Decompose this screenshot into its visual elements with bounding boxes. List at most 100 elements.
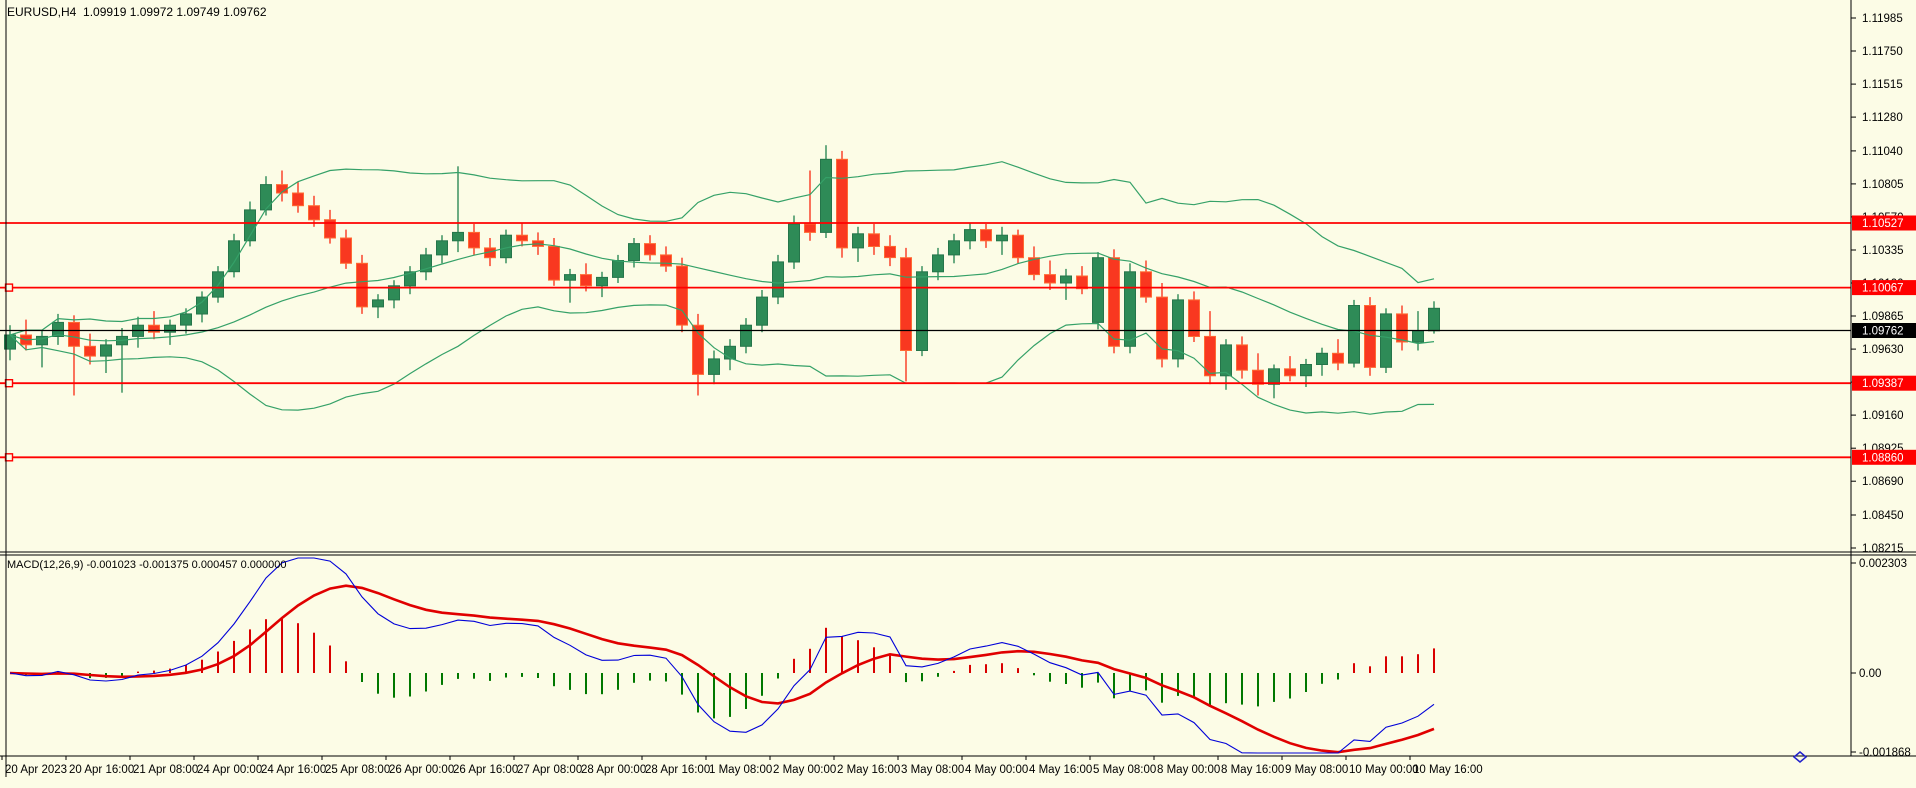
time-tick-label: 4 May 16:00 xyxy=(1029,764,1092,776)
candle-body xyxy=(821,159,832,232)
candle-body xyxy=(261,185,272,210)
price-tick-label: 1.11040 xyxy=(1862,146,1903,158)
macd-signal-line xyxy=(10,586,1434,753)
candle-body xyxy=(341,238,352,263)
price-axis: 1.119851.117501.115151.112801.110401.108… xyxy=(0,0,1916,777)
price-tag-label: 1.10067 xyxy=(1862,283,1904,295)
macd-main-line xyxy=(10,558,1434,753)
time-tick-label: 10 May 00:00 xyxy=(1349,764,1419,776)
candle-body xyxy=(1365,306,1376,368)
candle-bull xyxy=(997,227,1008,255)
price-tick-label: 1.09865 xyxy=(1862,311,1904,323)
candle-body xyxy=(373,300,384,307)
candle-body xyxy=(1253,370,1264,384)
candle-bear xyxy=(1189,291,1200,342)
candle-body xyxy=(741,325,752,346)
candle-bull xyxy=(933,248,944,280)
candle-body xyxy=(197,297,208,314)
candle-bear xyxy=(1237,336,1248,378)
price-tag: 1.10527 xyxy=(1852,216,1916,231)
chart-shift-marker-icon[interactable] xyxy=(1794,752,1806,762)
time-tick-label: 10 May 16:00 xyxy=(1413,764,1483,776)
candle-bull xyxy=(421,248,432,280)
candle-body xyxy=(165,325,176,332)
time-tick-label: 9 May 08:00 xyxy=(1285,764,1348,776)
candle-bull xyxy=(197,291,208,322)
price-tag-label: 1.09387 xyxy=(1862,378,1904,390)
candle-body xyxy=(437,241,448,255)
candle-bear xyxy=(805,171,816,241)
candle-body xyxy=(1301,365,1312,376)
candle-body xyxy=(645,244,656,255)
candle-bear xyxy=(981,224,992,248)
candle-body xyxy=(1125,272,1136,347)
candle-bull xyxy=(725,339,736,370)
chart-canvas[interactable]: 1.119851.117501.115151.112801.110401.108… xyxy=(0,0,1916,788)
candle-bull xyxy=(453,166,464,252)
price-tag: 1.09387 xyxy=(1852,376,1916,391)
candle-bull xyxy=(853,227,864,262)
candle-body xyxy=(1317,353,1328,364)
candle-body xyxy=(501,235,512,258)
candle-bull xyxy=(917,266,928,356)
candle-body xyxy=(1141,272,1152,297)
price-tag-label: 1.10527 xyxy=(1862,218,1904,230)
candle-body xyxy=(1413,331,1424,342)
candle-body xyxy=(85,346,96,356)
candle-body xyxy=(1221,345,1232,376)
candle-body xyxy=(709,359,720,375)
candle-body xyxy=(933,255,944,272)
candle-bull xyxy=(373,294,384,318)
price-tick-label: 1.10805 xyxy=(1862,179,1904,191)
time-tick-label: 20 Apr 2023 xyxy=(5,764,67,776)
candle-body xyxy=(565,275,576,281)
candle-bull xyxy=(949,234,960,263)
candle-bull xyxy=(1269,365,1280,399)
candle-bear xyxy=(517,223,528,247)
price-tag: 1.10067 xyxy=(1852,280,1916,295)
candle-bull xyxy=(773,255,784,304)
candle-bear xyxy=(469,224,480,255)
candle-body xyxy=(757,297,768,325)
line-selection-marker[interactable] xyxy=(6,380,13,387)
candle-body xyxy=(149,325,160,332)
candle-body xyxy=(997,235,1008,241)
candle-body xyxy=(581,275,592,286)
time-tick-label: 24 Apr 00:00 xyxy=(197,764,262,776)
candle-bull xyxy=(389,280,400,308)
candle-bull xyxy=(405,266,416,294)
candle-body xyxy=(1381,314,1392,367)
candle-body xyxy=(773,262,784,297)
candle-bull xyxy=(165,320,176,345)
candle-bull xyxy=(1349,300,1360,368)
candle-bear xyxy=(1397,306,1408,351)
candle-body xyxy=(661,255,672,266)
candlestick-series[interactable] xyxy=(5,145,1440,398)
candle-body xyxy=(69,322,80,346)
candle-body xyxy=(1397,314,1408,342)
candle-bear xyxy=(661,246,672,271)
line-selection-marker[interactable] xyxy=(6,454,13,461)
candle-bear xyxy=(341,230,352,269)
candle-body xyxy=(469,232,480,248)
line-selection-marker[interactable] xyxy=(6,284,13,291)
candle-body xyxy=(549,246,560,280)
candle-body xyxy=(1061,276,1072,283)
candle-body xyxy=(613,261,624,278)
candle-bull xyxy=(437,235,448,263)
candle-bear xyxy=(1333,339,1344,370)
candle-bull xyxy=(37,331,48,368)
candle-bear xyxy=(1285,356,1296,381)
candle-body xyxy=(981,230,992,241)
candle-bear xyxy=(645,235,656,260)
candle-body xyxy=(1285,369,1296,376)
price-tag: 1.09762 xyxy=(1852,323,1916,338)
candle-body xyxy=(1093,258,1104,323)
candle-bear xyxy=(1045,261,1056,291)
time-tick-label: 8 May 16:00 xyxy=(1221,764,1284,776)
macd-panel: 0.0023030.00-0.001868 xyxy=(10,558,1911,759)
candle-body xyxy=(1269,369,1280,385)
candle-bear xyxy=(837,151,848,258)
candle-bear xyxy=(1013,230,1024,264)
candle-body xyxy=(181,314,192,325)
